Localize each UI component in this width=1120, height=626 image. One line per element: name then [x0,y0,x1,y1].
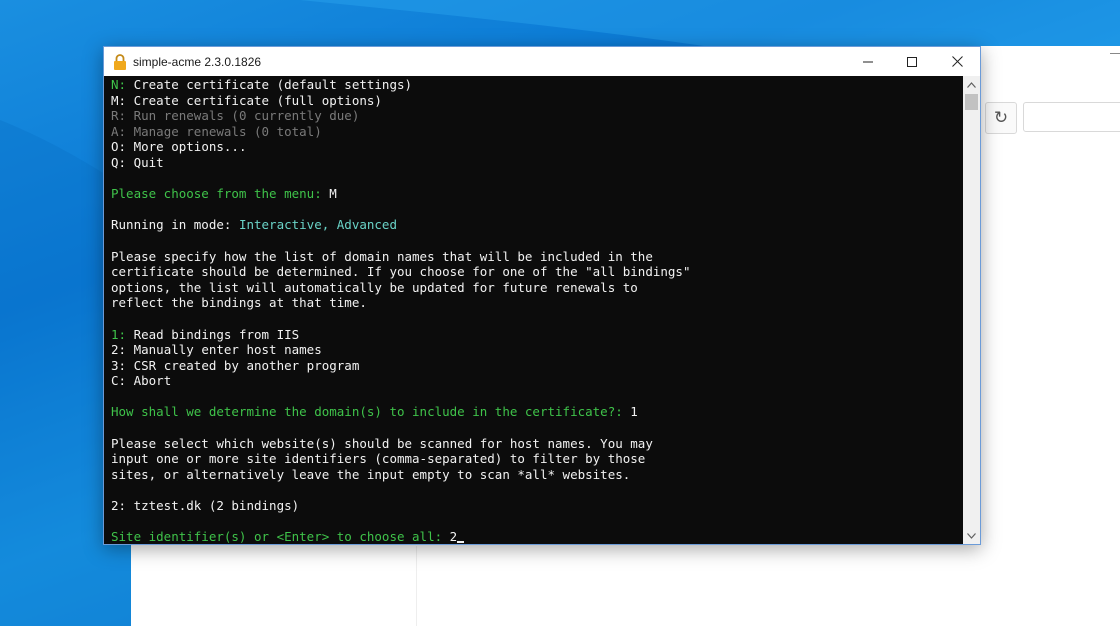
scroll-down-button[interactable] [963,527,980,544]
menu-item-run-renewals: R: Run renewals (0 currently due) [111,108,360,124]
domain-intro-line: reflect the bindings at that time. [111,295,367,311]
source-option-csr: 3: CSR created by another program [111,357,360,373]
scrollbar-thumb[interactable] [965,94,978,110]
menu-prompt: Please choose from the menu: M [111,186,337,202]
background-minimize-mark [1110,53,1120,54]
text-cursor [457,541,465,544]
chevron-up-icon [967,81,976,88]
maximize-button[interactable] [889,47,935,76]
close-icon [951,56,963,67]
divider [416,546,417,626]
source-option-abort: C: Abort [111,373,172,389]
domain-intro-line: certificate should be determined. If you… [111,264,691,280]
title-bar[interactable]: simple-acme 2.3.0.1826 [104,47,980,76]
menu-item-manage-renewals: A: Manage renewals (0 total) [111,123,322,139]
menu-item-create-full: M: Create certificate (full options) [111,92,382,108]
menu-item-more-options: O: More options... [111,139,247,155]
site-intro-line: sites, or alternatively leave the input … [111,466,631,482]
site-input-value: 2 [449,529,458,544]
background-input-field[interactable] [1023,102,1120,132]
console-output[interactable]: N: Create certificate (default settings)… [104,76,963,544]
scroll-up-button[interactable] [963,76,980,93]
site-intro-line: Please select which website(s) should be… [111,435,653,451]
source-prompt: How shall we determine the domain(s) to … [111,404,638,420]
refresh-button[interactable]: ↻ [985,102,1017,134]
mode-line: Running in mode: Interactive, Advanced [111,217,397,233]
domain-intro-line: options, the list will automatically be … [111,279,638,295]
source-option-manual: 2: Manually enter host names [111,342,322,358]
site-option: 2: tztest.dk (2 bindings) [111,498,300,514]
refresh-icon: ↻ [993,108,1009,127]
padlock-icon [113,53,127,70]
vertical-scrollbar[interactable] [963,76,980,544]
console-window[interactable]: simple-acme 2.3.0.1826 N: Create certifi… [103,46,981,545]
minimize-button[interactable] [845,47,891,76]
window-title: simple-acme 2.3.0.1826 [133,54,262,69]
maximize-icon [907,56,917,67]
menu-item-create-default: N: Create certificate (default settings) [111,77,413,92]
close-button[interactable] [934,47,980,76]
menu-item-quit: Q: Quit [111,154,164,170]
domain-intro-line: Please specify how the list of domain na… [111,248,653,264]
source-option-iis: 1: Read bindings from IIS [111,326,300,342]
chevron-down-icon [967,532,976,539]
minimize-icon [863,61,873,62]
site-prompt[interactable]: Site identifier(s) or <Enter> to choose … [111,529,963,544]
site-intro-line: input one or more site identifiers (comm… [111,451,646,467]
